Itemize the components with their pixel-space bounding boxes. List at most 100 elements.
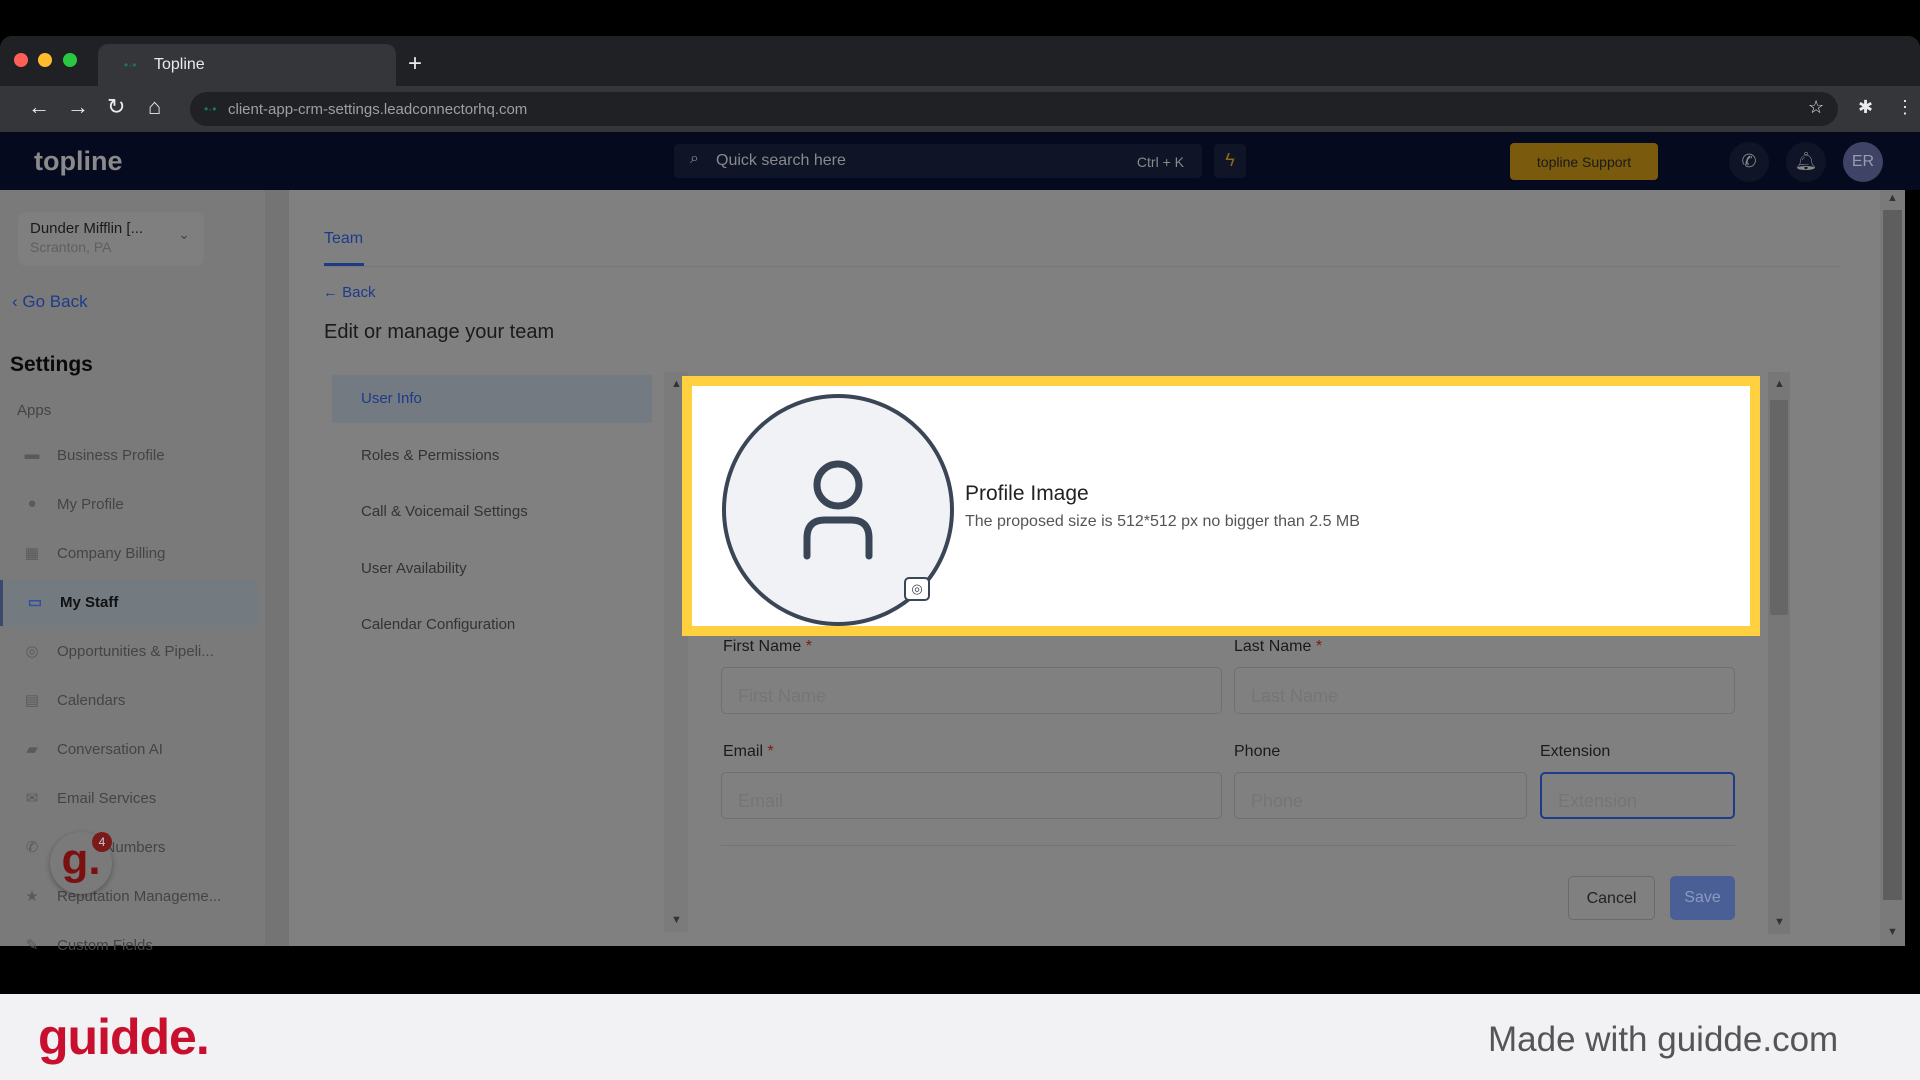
bell-icon[interactable]: 🔔︎ bbox=[1786, 142, 1826, 182]
sidebar-scrollbar[interactable] bbox=[265, 190, 289, 946]
scroll-down-icon[interactable]: ▼ bbox=[1774, 916, 1785, 928]
page-title: Edit or manage your team bbox=[324, 321, 555, 343]
form-divider bbox=[721, 845, 1735, 846]
form-scrollbar-thumb[interactable] bbox=[1770, 400, 1788, 615]
user-menu-item[interactable]: Calendar Configuration bbox=[332, 601, 652, 649]
support-button[interactable]: topline Support bbox=[1510, 143, 1658, 180]
sidebar-item-label: Company Billing bbox=[57, 545, 166, 562]
address-bar[interactable]: •·• client-app-crm-settings.leadconnector… bbox=[190, 92, 1838, 126]
home-icon[interactable]: ⌂ bbox=[148, 94, 161, 120]
cancel-button[interactable]: Cancel bbox=[1568, 876, 1655, 920]
app-logo[interactable]: topline bbox=[34, 146, 123, 177]
mail-icon: ✉ bbox=[25, 790, 39, 807]
go-back-link[interactable]: ‹ Go Back bbox=[12, 292, 88, 312]
target-icon: ◎ bbox=[25, 643, 39, 660]
page-scrollbar-thumb[interactable] bbox=[1883, 210, 1902, 900]
phone-input[interactable] bbox=[1234, 772, 1527, 819]
scroll-up-icon[interactable]: ▲ bbox=[1887, 192, 1898, 204]
sidebar-item[interactable]: ▦ Company Billing bbox=[0, 531, 258, 577]
location-switcher[interactable]: Dunder Mifflin [... Scranton, PA ⌄ bbox=[18, 212, 204, 266]
sidebar-item[interactable]: ◎ Opportunities & Pipeli... bbox=[0, 629, 258, 675]
fields-icon: ✎ bbox=[25, 937, 39, 954]
forward-arrow-icon[interactable]: → bbox=[67, 94, 89, 120]
new-tab-button[interactable]: + bbox=[408, 50, 422, 78]
chat-icon: ▰ bbox=[26, 741, 38, 758]
user-menu-item[interactable]: User Availability bbox=[332, 545, 652, 593]
sidebar-item-label: Opportunities & Pipeli... bbox=[57, 643, 214, 660]
back-label: Back bbox=[342, 284, 376, 301]
required-mark: * bbox=[767, 743, 774, 760]
required-mark: * bbox=[805, 638, 812, 655]
first-name-label: First Name * bbox=[723, 638, 812, 655]
tab-title: Topline bbox=[154, 56, 205, 73]
window-maximize-button[interactable] bbox=[63, 53, 77, 67]
sidebar-item[interactable]: ▤ Calendars bbox=[0, 678, 258, 724]
required-mark: * bbox=[1315, 638, 1323, 655]
chevron-down-icon: ⌄ bbox=[178, 226, 190, 242]
camera-icon[interactable]: ◎ bbox=[904, 577, 930, 601]
sidebar-item-label: Calendars bbox=[57, 692, 126, 709]
user-avatar[interactable]: ER bbox=[1843, 142, 1883, 182]
profile-image-title: Profile Image bbox=[965, 482, 1089, 505]
guidde-logo: guidde. bbox=[38, 1009, 210, 1065]
notification-count-badge: 4 bbox=[92, 832, 112, 852]
scroll-up-icon[interactable]: ▲ bbox=[671, 378, 682, 390]
scroll-down-icon[interactable]: ▼ bbox=[671, 914, 682, 926]
reload-icon[interactable]: ↻ bbox=[107, 94, 125, 120]
extension-label: Extension bbox=[1540, 743, 1611, 760]
last-name-input[interactable] bbox=[1234, 667, 1735, 714]
made-with-text: Made with guidde.com bbox=[1488, 1020, 1839, 1059]
search-icon: ⌕ bbox=[690, 150, 699, 167]
sidebar-item[interactable]: ▭ My Staff bbox=[0, 580, 258, 626]
star-icon: ★ bbox=[25, 888, 39, 905]
extension-input[interactable] bbox=[1540, 772, 1735, 819]
save-button[interactable]: Save bbox=[1670, 876, 1735, 920]
briefcase-icon: ▬ bbox=[24, 446, 40, 463]
profile-image-hint: The proposed size is 512*512 px no bigge… bbox=[965, 513, 1360, 530]
browser-menu-icon[interactable]: ⋮ bbox=[1896, 97, 1914, 118]
bookmark-star-icon[interactable]: ☆ bbox=[1808, 97, 1824, 118]
window-minimize-button[interactable] bbox=[38, 53, 52, 67]
sidebar-item-label: Business Profile bbox=[57, 447, 165, 464]
sidebar-item[interactable]: ▬ Business Profile bbox=[0, 433, 258, 479]
sidebar-item[interactable]: ✆ Phone Numbers bbox=[0, 825, 258, 871]
back-arrow-icon[interactable]: ← bbox=[28, 94, 50, 120]
site-icon: •·• bbox=[204, 102, 217, 116]
go-back-label: Go Back bbox=[22, 292, 88, 311]
sidebar-item[interactable]: ✎ Custom Fields bbox=[0, 923, 258, 969]
window-close-button[interactable] bbox=[14, 53, 28, 67]
sidebar-item-label: Conversation AI bbox=[57, 741, 163, 758]
first-name-input[interactable] bbox=[721, 667, 1222, 714]
search-shortcut: Ctrl + K bbox=[1136, 154, 1184, 170]
email-input[interactable] bbox=[721, 772, 1222, 819]
tab-team[interactable]: Team bbox=[324, 230, 363, 248]
extensions-icon[interactable]: ✱ bbox=[1858, 97, 1873, 118]
phone-icon[interactable]: ✆ bbox=[1729, 142, 1769, 182]
sidebar-item[interactable]: ● My Profile bbox=[0, 482, 258, 528]
quick-search-input[interactable]: ⌕ Quick search here Ctrl + K bbox=[674, 144, 1202, 178]
browser-tab[interactable]: •·• Topline bbox=[98, 44, 396, 86]
sidebar-item[interactable]: ★ Reputation Manageme... bbox=[0, 874, 258, 920]
phone-icon: ✆ bbox=[25, 839, 39, 856]
url-text: client-app-crm-settings.leadconnectorhq.… bbox=[228, 101, 528, 118]
sidebar-item[interactable]: ✉ Email Services bbox=[0, 776, 258, 822]
calendar-icon: ▤ bbox=[24, 692, 40, 709]
arrow-left-icon: ← bbox=[323, 284, 343, 301]
person-icon: ● bbox=[27, 495, 37, 512]
last-name-label: Last Name * bbox=[1234, 638, 1323, 655]
user-menu-item[interactable]: Call & Voicemail Settings bbox=[332, 488, 652, 536]
user-menu-item[interactable]: User Info bbox=[332, 375, 652, 423]
inbox-icon: ▭ bbox=[27, 594, 43, 611]
back-link[interactable]: ← Back bbox=[323, 284, 376, 301]
settings-title: Settings bbox=[10, 353, 93, 376]
search-placeholder: Quick search here bbox=[716, 152, 846, 169]
lightning-icon[interactable]: ϟ bbox=[1214, 144, 1246, 178]
sidebar-item[interactable]: ▰ Conversation AI bbox=[0, 727, 258, 773]
scroll-up-icon[interactable]: ▲ bbox=[1774, 378, 1785, 390]
scroll-down-icon[interactable]: ▼ bbox=[1887, 926, 1898, 938]
email-label: Email * bbox=[723, 743, 774, 760]
divider bbox=[324, 266, 1840, 267]
user-menu-item[interactable]: Roles & Permissions bbox=[332, 432, 652, 480]
phone-label: Phone bbox=[1234, 743, 1281, 760]
sidebar-item-label: Custom Fields bbox=[57, 937, 153, 954]
